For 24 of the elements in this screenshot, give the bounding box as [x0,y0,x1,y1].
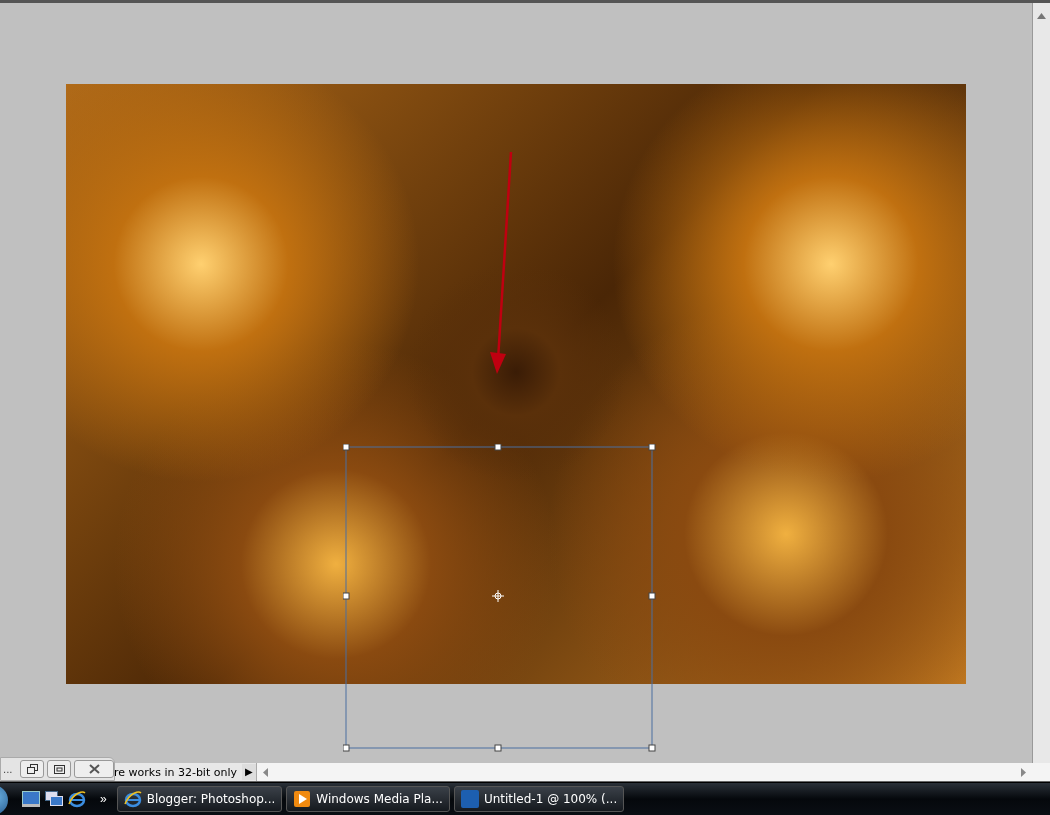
restore-button[interactable] [20,760,44,779]
play-icon [293,790,312,809]
horizontal-scrollbar[interactable] [256,763,1050,782]
transform-box[interactable] [343,444,656,752]
maximize-icon [53,764,65,774]
scroll-left-icon[interactable] [263,767,268,777]
close-button[interactable] [74,760,114,779]
scroll-up-icon[interactable] [1037,13,1046,19]
browser-e-icon[interactable] [68,790,86,809]
desktop-icon[interactable] [22,791,40,808]
restore-icon [26,764,38,775]
taskbar-button[interactable]: Blogger: Photoshop... [116,786,283,813]
close-icon [88,764,100,775]
maximize-button[interactable] [47,760,71,779]
windows-stack-icon[interactable] [45,791,63,808]
browser-e-icon [123,790,142,809]
more-button[interactable]: » [100,792,107,807]
status-message: re works in 32-bit only [113,765,238,779]
taskbar-button[interactable]: Windows Media Pla... [286,786,450,813]
scroll-right-icon[interactable] [1021,767,1026,777]
status-menu-button[interactable]: ▶ [242,764,256,781]
window-title: ... [3,763,14,775]
crosshair-icon [491,589,505,603]
taskbar-button[interactable]: Untitled-1 @ 100% (... [453,786,625,813]
